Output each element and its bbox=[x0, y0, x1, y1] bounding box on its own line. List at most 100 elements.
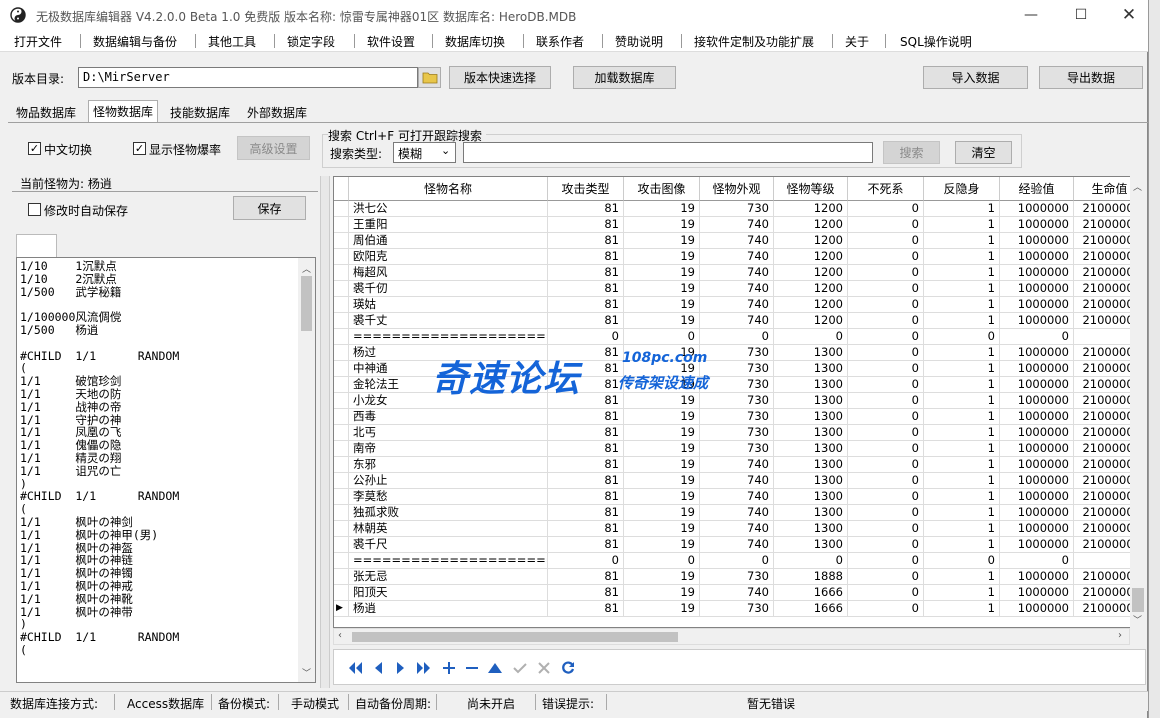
table-cell[interactable]: 1300 bbox=[774, 505, 848, 521]
table-cell[interactable]: 81 bbox=[548, 601, 624, 617]
table-cell[interactable]: 1 bbox=[924, 505, 1000, 521]
drop-list-textarea[interactable]: 1/10 1沉默点 1/10 2沉默点 1/500 武学秘籍 1/100000风… bbox=[16, 257, 316, 683]
table-cell[interactable]: 1 bbox=[924, 361, 1000, 377]
table-cell[interactable]: 1000000 bbox=[1000, 521, 1074, 537]
table-cell[interactable]: 1 bbox=[924, 473, 1000, 489]
table-cell[interactable]: 1 bbox=[924, 521, 1000, 537]
table-cell[interactable]: 1000000 bbox=[1000, 217, 1074, 233]
table-cell[interactable]: 0 bbox=[700, 329, 774, 345]
table-cell[interactable]: 1300 bbox=[774, 537, 848, 553]
version-path-input[interactable]: D:\MirServer bbox=[78, 67, 418, 88]
table-cell[interactable]: 北丐 bbox=[349, 425, 548, 441]
table-cell[interactable]: 19 bbox=[624, 361, 700, 377]
table-cell[interactable]: 81 bbox=[548, 393, 624, 409]
table-cell[interactable]: 19 bbox=[624, 217, 700, 233]
table-cell[interactable]: 1000000 bbox=[1000, 537, 1074, 553]
table-cell[interactable]: 1300 bbox=[774, 441, 848, 457]
table-cell[interactable]: 81 bbox=[548, 585, 624, 601]
table-cell[interactable]: 周伯通 bbox=[349, 233, 548, 249]
table-cell[interactable]: 1 bbox=[924, 377, 1000, 393]
table-cell[interactable]: 洪七公 bbox=[349, 201, 548, 217]
table-cell[interactable]: 740 bbox=[700, 585, 774, 601]
table-cell[interactable]: 欧阳克 bbox=[349, 249, 548, 265]
table-cell[interactable]: 740 bbox=[700, 233, 774, 249]
table-cell[interactable]: 81 bbox=[548, 313, 624, 329]
column-header[interactable]: 攻击图像 bbox=[624, 177, 700, 201]
search-type-select[interactable]: 模糊 ⌄ bbox=[393, 142, 456, 163]
table-cell[interactable]: 81 bbox=[548, 489, 624, 505]
table-cell[interactable]: 740 bbox=[700, 473, 774, 489]
grid-hscrollbar[interactable]: ‹ › bbox=[333, 628, 1130, 645]
table-cell[interactable]: 1 bbox=[924, 569, 1000, 585]
table-cell[interactable]: 19 bbox=[624, 569, 700, 585]
table-cell[interactable]: 19 bbox=[624, 505, 700, 521]
column-header[interactable]: 反隐身 bbox=[924, 177, 1000, 201]
load-database-button[interactable]: 加载数据库 bbox=[573, 66, 676, 89]
row-indicator[interactable] bbox=[334, 329, 349, 345]
next-icon[interactable] bbox=[392, 659, 410, 677]
table-cell[interactable]: 19 bbox=[624, 377, 700, 393]
table-cell[interactable]: 1000000 bbox=[1000, 377, 1074, 393]
table-cell[interactable]: 0 bbox=[548, 329, 624, 345]
menu-sql-help[interactable]: SQL操作说明 bbox=[900, 33, 972, 50]
table-cell[interactable]: 19 bbox=[624, 345, 700, 361]
tab-item-db[interactable]: 物品数据库 bbox=[12, 102, 80, 122]
table-cell[interactable]: 1 bbox=[924, 233, 1000, 249]
menu-open-file[interactable]: 打开文件 bbox=[14, 33, 62, 50]
tab-monster-db[interactable]: 怪物数据库 bbox=[88, 100, 159, 123]
chinese-switch-checkbox[interactable]: ✓ bbox=[28, 142, 41, 155]
column-header[interactable]: 怪物等级 bbox=[774, 177, 848, 201]
table-cell[interactable]: 81 bbox=[548, 569, 624, 585]
table-cell[interactable]: 81 bbox=[548, 233, 624, 249]
table-cell[interactable]: 730 bbox=[700, 345, 774, 361]
table-cell[interactable]: 1300 bbox=[774, 393, 848, 409]
table-cell[interactable]: 0 bbox=[848, 585, 924, 601]
table-cell[interactable]: 81 bbox=[548, 345, 624, 361]
table-cell[interactable]: 1200 bbox=[774, 233, 848, 249]
table-cell[interactable]: 1 bbox=[924, 537, 1000, 553]
table-cell[interactable]: 1000000 bbox=[1000, 297, 1074, 313]
table-cell[interactable]: 81 bbox=[548, 441, 624, 457]
hscrollbar-thumb[interactable] bbox=[352, 632, 678, 642]
table-cell[interactable]: 1000000 bbox=[1000, 505, 1074, 521]
row-indicator[interactable] bbox=[334, 521, 349, 537]
table-cell[interactable]: 740 bbox=[700, 489, 774, 505]
column-header[interactable]: 不死系 bbox=[848, 177, 924, 201]
table-cell[interactable]: 19 bbox=[624, 297, 700, 313]
table-cell[interactable]: 19 bbox=[624, 521, 700, 537]
column-header[interactable]: 攻击类型 bbox=[548, 177, 624, 201]
table-cell[interactable]: 1000000 bbox=[1000, 265, 1074, 281]
table-cell[interactable]: 1200 bbox=[774, 217, 848, 233]
table-cell[interactable]: 瑛姑 bbox=[349, 297, 548, 313]
table-cell[interactable]: 0 bbox=[848, 313, 924, 329]
menu-about[interactable]: 关于 bbox=[845, 33, 869, 50]
table-cell[interactable]: 1 bbox=[924, 345, 1000, 361]
table-cell[interactable]: 0 bbox=[848, 393, 924, 409]
table-cell[interactable]: 0 bbox=[848, 329, 924, 345]
table-cell[interactable]: 0 bbox=[848, 377, 924, 393]
auto-save-checkbox[interactable] bbox=[28, 203, 41, 216]
table-cell[interactable]: 1300 bbox=[774, 489, 848, 505]
import-data-button[interactable]: 导入数据 bbox=[923, 66, 1028, 89]
table-cell[interactable]: 1000000 bbox=[1000, 601, 1074, 617]
table-cell[interactable]: 19 bbox=[624, 393, 700, 409]
table-cell[interactable]: 0 bbox=[848, 521, 924, 537]
row-indicator[interactable] bbox=[334, 441, 349, 457]
table-cell[interactable]: 0 bbox=[848, 361, 924, 377]
table-cell[interactable]: 裘千仞 bbox=[349, 281, 548, 297]
table-cell[interactable]: 19 bbox=[624, 489, 700, 505]
table-cell[interactable]: 1666 bbox=[774, 585, 848, 601]
column-header[interactable]: 经验值 bbox=[1000, 177, 1074, 201]
table-cell[interactable]: 19 bbox=[624, 601, 700, 617]
table-cell[interactable]: 19 bbox=[624, 473, 700, 489]
table-cell[interactable]: 1000000 bbox=[1000, 201, 1074, 217]
row-indicator[interactable] bbox=[334, 553, 349, 569]
table-cell[interactable]: 1 bbox=[924, 297, 1000, 313]
table-cell[interactable]: 740 bbox=[700, 521, 774, 537]
row-indicator[interactable]: ▶ bbox=[334, 601, 349, 617]
table-cell[interactable]: 1300 bbox=[774, 361, 848, 377]
table-cell[interactable]: 740 bbox=[700, 297, 774, 313]
table-cell[interactable]: 1 bbox=[924, 425, 1000, 441]
cancel-icon[interactable] bbox=[535, 659, 553, 677]
table-cell[interactable]: 81 bbox=[548, 249, 624, 265]
